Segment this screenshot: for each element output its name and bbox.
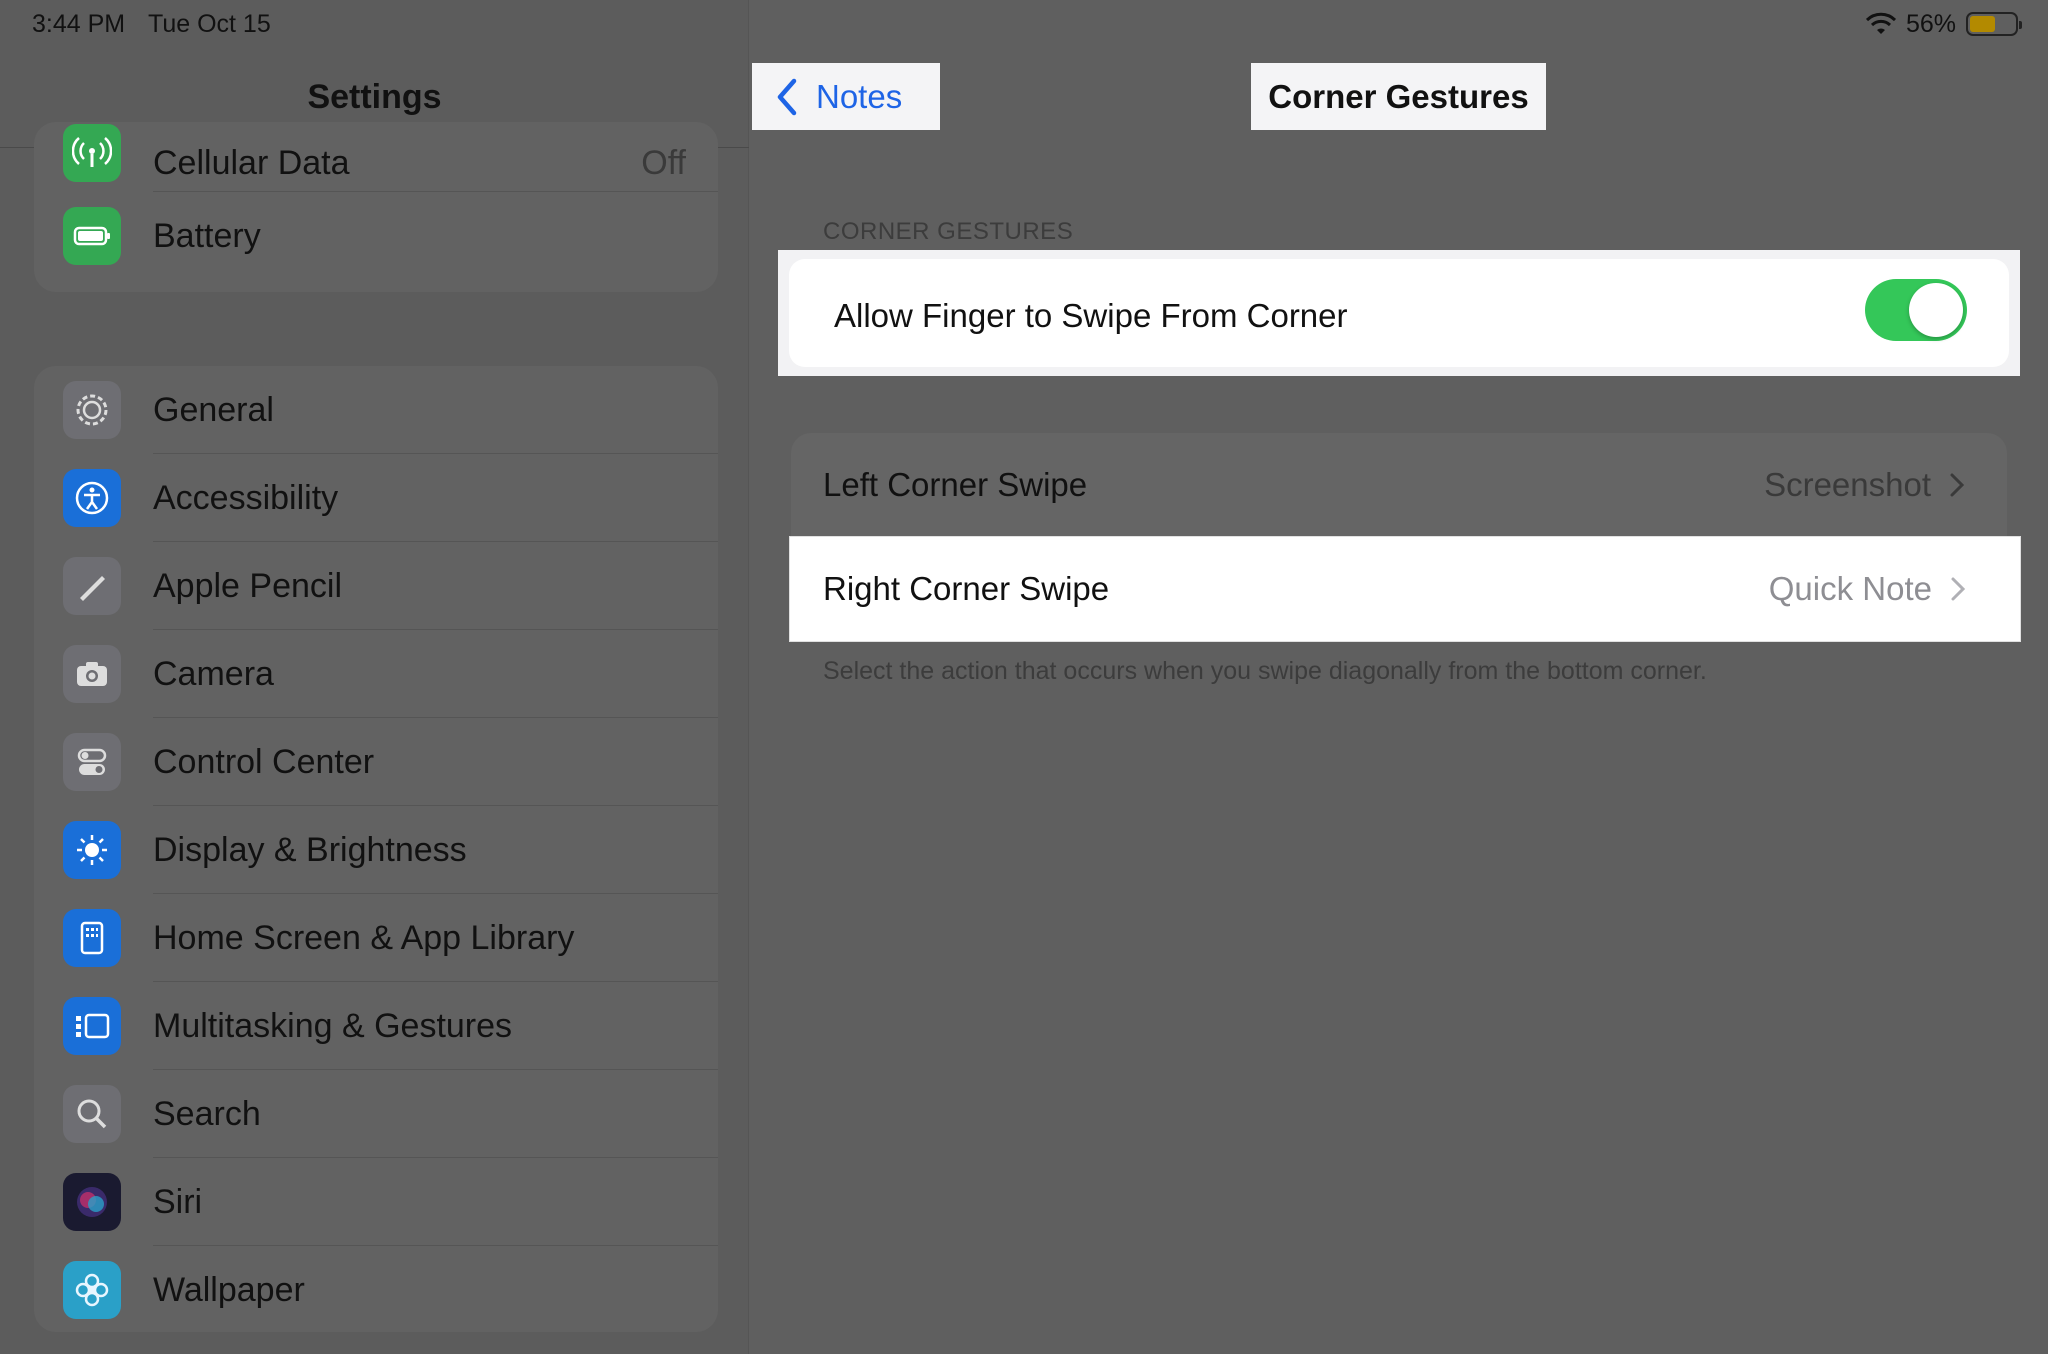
- back-button[interactable]: Notes: [752, 63, 940, 130]
- sidebar-item-label: Home Screen & App Library: [153, 918, 575, 957]
- sidebar-item-label: General: [153, 390, 274, 429]
- sidebar-item-cellular-data[interactable]: Cellular Data Off: [34, 122, 718, 192]
- sidebar-group-main: General Accessibility Apple Pencil Camer…: [34, 366, 718, 1332]
- corner-swipe-footer: Select the action that occurs when you s…: [823, 657, 1707, 685]
- battery-level-fill: [1970, 16, 1995, 32]
- sidebar-item-label: Cellular Data: [153, 144, 350, 182]
- battery-icon: [63, 207, 121, 265]
- sidebar-item-battery[interactable]: Battery: [34, 192, 718, 280]
- status-date: Tue Oct 15: [148, 10, 271, 38]
- allow-swipe-toggle[interactable]: [1865, 279, 1967, 341]
- sidebar-item-search[interactable]: Search: [34, 1070, 718, 1158]
- left-corner-swipe-row[interactable]: Left Corner Swipe Screenshot: [791, 433, 2007, 537]
- pencil-icon: [63, 557, 121, 615]
- left-corner-swipe-label: Left Corner Swipe: [823, 466, 1088, 503]
- sidebar-item-label: Display & Brightness: [153, 830, 467, 869]
- sidebar-item-multitasking[interactable]: Multitasking & Gestures: [34, 982, 718, 1070]
- battery-status-icon: [1966, 12, 2022, 36]
- home-screen-icon: [63, 909, 121, 967]
- right-corner-swipe-value: Quick Note: [1768, 570, 1932, 607]
- status-indicators: 56%: [1865, 8, 2022, 40]
- multitasking-icon: [63, 997, 121, 1055]
- allow-swipe-card: Allow Finger to Swipe From Corner: [778, 250, 2020, 376]
- sidebar-item-control-center[interactable]: Control Center: [34, 718, 718, 806]
- sidebar-item-home-screen[interactable]: Home Screen & App Library: [34, 894, 718, 982]
- sidebar-item-accessibility[interactable]: Accessibility: [34, 454, 718, 542]
- chevron-left-icon: [777, 78, 797, 115]
- back-button-label: Notes: [816, 77, 903, 115]
- sidebar-item-camera[interactable]: Camera: [34, 630, 718, 718]
- camera-icon: [63, 645, 121, 703]
- sidebar-title: Settings: [307, 78, 442, 116]
- chevron-right-icon: [1950, 473, 1965, 497]
- sidebar-item-label: Siri: [153, 1182, 203, 1221]
- sidebar-item-label: Multitasking & Gestures: [153, 1006, 513, 1045]
- section-header: CORNER GESTURES: [823, 218, 1074, 245]
- sidebar-item-apple-pencil[interactable]: Apple Pencil: [34, 542, 718, 630]
- accessibility-icon: [63, 469, 121, 527]
- sidebar-item-label: Control Center: [153, 742, 375, 781]
- sidebar-item-display-brightness[interactable]: Display & Brightness: [34, 806, 718, 894]
- sidebar-group-connectivity: Cellular Data Off Battery: [34, 122, 718, 292]
- left-corner-swipe-value: Screenshot: [1764, 466, 1931, 503]
- right-corner-swipe-label: Right Corner Swipe: [823, 570, 1110, 607]
- sidebar-item-label: Battery: [153, 216, 261, 255]
- siri-icon: [63, 1173, 121, 1231]
- chevron-right-icon: [1951, 577, 1966, 601]
- battery-percent: 56%: [1905, 9, 1956, 38]
- switches-icon: [63, 733, 121, 791]
- sidebar-item-label: Search: [153, 1094, 261, 1133]
- magnifier-icon: [63, 1085, 121, 1143]
- wifi-icon: [1865, 12, 1896, 34]
- sun-icon: [63, 821, 121, 879]
- page-title: Corner Gestures: [1251, 63, 1546, 130]
- sidebar-item-label: Camera: [153, 654, 274, 693]
- antenna-icon: [63, 124, 121, 182]
- sidebar-item-label: Accessibility: [153, 478, 339, 517]
- gear-icon: [63, 381, 121, 439]
- flower-icon: [63, 1261, 121, 1319]
- allow-swipe-label: Allow Finger to Swipe From Corner: [834, 297, 1348, 334]
- sidebar-item-wallpaper[interactable]: Wallpaper: [34, 1246, 718, 1334]
- right-corner-swipe-row[interactable]: Right Corner Swipe Quick Note: [790, 537, 2020, 641]
- settings-sidebar: Settings Cellular Data Off Battery Gener…: [0, 0, 749, 1354]
- allow-swipe-row: Allow Finger to Swipe From Corner: [789, 259, 2009, 367]
- sidebar-item-general[interactable]: General: [34, 366, 718, 454]
- cellular-data-value: Off: [641, 144, 686, 182]
- toggle-knob: [1909, 283, 1963, 337]
- sidebar-item-label: Apple Pencil: [153, 566, 343, 605]
- status-time: 3:44 PM: [32, 10, 126, 38]
- sidebar-item-siri[interactable]: Siri: [34, 1158, 718, 1246]
- sidebar-item-label: Wallpaper: [153, 1270, 305, 1309]
